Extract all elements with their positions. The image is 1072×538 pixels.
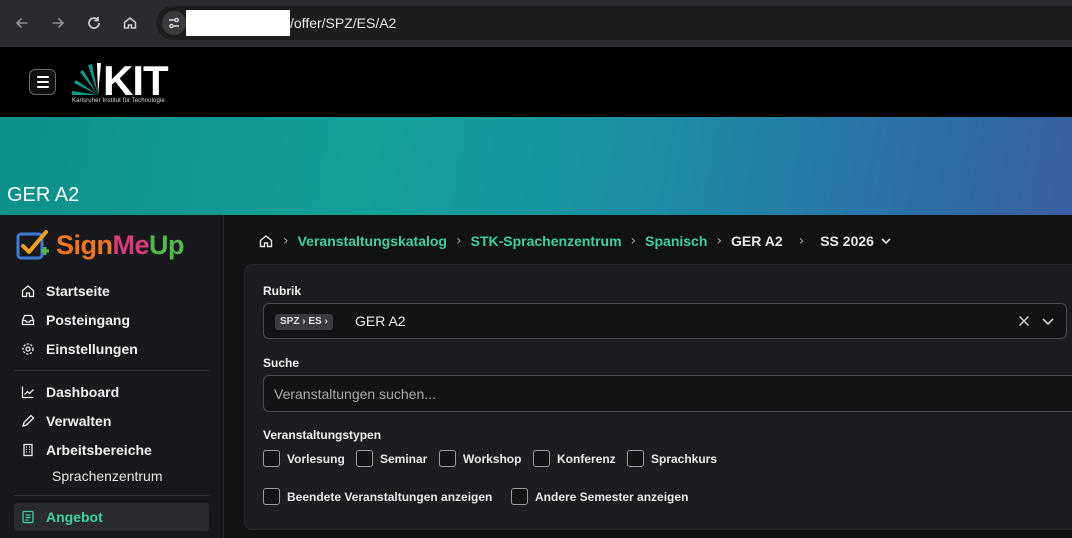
forward-arrow-icon[interactable] <box>47 12 69 34</box>
sidebar-item-label: Verwalten <box>46 413 112 429</box>
signmeup-wordmark: SignMeUp <box>56 229 185 260</box>
checkbox-logo-icon <box>16 230 49 260</box>
breadcrumb-veranstaltungskatalog[interactable]: Veranstaltungskatalog <box>298 233 447 249</box>
sidebar-item-label: Startseite <box>46 283 110 299</box>
semester-selector[interactable]: SS 2026 <box>820 233 892 249</box>
sidebar: SignMeUp Startseite Posteingang Einstell… <box>0 215 224 538</box>
checkbox-label: Beendete Veranstaltungen anzeigen <box>287 489 493 504</box>
checkbox-label: Andere Semester anzeigen <box>535 489 689 504</box>
semester-label: SS 2026 <box>820 233 874 249</box>
checkbox[interactable] <box>627 450 644 467</box>
chart-icon <box>20 384 36 400</box>
sidebar-item-label: Angebot <box>46 509 103 525</box>
page-banner: GER A2 <box>0 117 1072 215</box>
sidebar-divider <box>14 495 209 496</box>
gear-icon <box>20 341 36 357</box>
kit-logo-text: KIT <box>103 57 169 104</box>
chevron-right-icon: › <box>283 233 289 249</box>
browser-toolbar: /offer/SPZ/ES/A2 <box>0 0 1072 47</box>
sidebar-subitem-sprachenzentrum[interactable]: Sprachenzentrum <box>52 468 163 484</box>
sidebar-item-einstellungen[interactable]: Einstellungen <box>20 338 138 360</box>
sidebar-divider <box>14 370 209 371</box>
rubrik-path-chip: SPZ › ES › <box>275 314 333 330</box>
option-show-ended[interactable]: Beendete Veranstaltungen anzeigen <box>263 488 492 505</box>
inbox-icon <box>20 312 36 328</box>
type-checkbox-sprachkurs[interactable]: Sprachkurs <box>627 450 717 467</box>
pencil-icon <box>20 413 36 429</box>
building-icon <box>20 442 36 458</box>
sidebar-item-label: Dashboard <box>46 384 120 400</box>
types-label: Veranstaltungstypen <box>263 428 382 442</box>
redacted-host <box>186 10 290 36</box>
clear-icon[interactable] <box>1016 313 1032 329</box>
option-other-semesters[interactable]: Andere Semester anzeigen <box>511 488 688 505</box>
breadcrumb-home-icon[interactable] <box>258 233 274 249</box>
breadcrumb-stk-sprachenzentrum[interactable]: STK-Sprachenzentrum <box>471 233 622 249</box>
rubrik-selected-value: GER A2 <box>355 313 406 329</box>
home-icon[interactable] <box>119 12 141 34</box>
chevron-right-icon: › <box>630 233 637 249</box>
breadcrumb-spanisch[interactable]: Spanisch <box>645 233 707 249</box>
chevron-right-icon: › <box>798 233 805 249</box>
sidebar-item-startseite[interactable]: Startseite <box>20 280 110 302</box>
sidebar-item-angebot[interactable]: Angebot <box>20 506 103 528</box>
breadcrumb: › Veranstaltungskatalog › STK-Sprachenze… <box>258 231 892 251</box>
site-header: KIT Karlsruher Institut für Technologie <box>0 47 1072 117</box>
checkbox-label: Konferenz <box>557 451 616 466</box>
hamburger-menu-button[interactable] <box>29 69 56 95</box>
rubrik-select[interactable]: SPZ › ES › GER A2 <box>263 303 1067 339</box>
signmeup-logo[interactable]: SignMeUp <box>16 229 185 261</box>
home-icon <box>20 283 36 299</box>
rubrik-label: Rubrik <box>263 284 302 298</box>
list-icon <box>20 509 36 525</box>
checkbox[interactable] <box>263 450 280 467</box>
site-settings-icon[interactable] <box>162 11 186 35</box>
chevron-right-icon: › <box>456 233 462 249</box>
page-title: GER A2 <box>7 184 80 206</box>
sidebar-item-label: Einstellungen <box>46 341 138 357</box>
checkbox[interactable] <box>439 450 456 467</box>
checkbox[interactable] <box>356 450 373 467</box>
checkbox[interactable] <box>511 488 528 505</box>
type-checkbox-workshop[interactable]: Workshop <box>439 450 521 467</box>
back-arrow-icon[interactable] <box>11 12 33 34</box>
sidebar-item-posteingang[interactable]: Posteingang <box>20 309 130 331</box>
sidebar-item-dashboard[interactable]: Dashboard <box>20 381 119 403</box>
sidebar-item-label: Arbeitsbereiche <box>46 442 152 458</box>
checkbox[interactable] <box>263 488 280 505</box>
chevron-down-icon[interactable] <box>1040 313 1056 329</box>
reload-icon[interactable] <box>83 12 105 34</box>
url-path: /offer/SPZ/ES/A2 <box>290 15 397 31</box>
chevron-down-icon <box>881 238 891 245</box>
type-checkbox-seminar[interactable]: Seminar <box>356 450 427 467</box>
kit-subtitle: Karlsruher Institut für Technologie <box>72 98 165 104</box>
sidebar-item-verwalten[interactable]: Verwalten <box>20 410 111 432</box>
checkbox-label: Vorlesung <box>287 451 345 466</box>
type-checkbox-konferenz[interactable]: Konferenz <box>533 450 616 467</box>
checkbox-label: Seminar <box>380 451 428 466</box>
type-checkbox-vorlesung[interactable]: Vorlesung <box>263 450 345 467</box>
chevron-right-icon: › <box>716 233 722 249</box>
checkbox-label: Workshop <box>463 451 522 466</box>
breadcrumb-current: GER A2 <box>731 233 783 249</box>
checkbox-label: Sprachkurs <box>651 451 718 466</box>
search-label: Suche <box>263 356 300 370</box>
search-input[interactable] <box>263 375 1072 412</box>
checkbox[interactable] <box>533 450 550 467</box>
sidebar-item-arbeitsbereiche[interactable]: Arbeitsbereiche <box>20 439 152 461</box>
sidebar-item-label: Posteingang <box>46 312 131 328</box>
